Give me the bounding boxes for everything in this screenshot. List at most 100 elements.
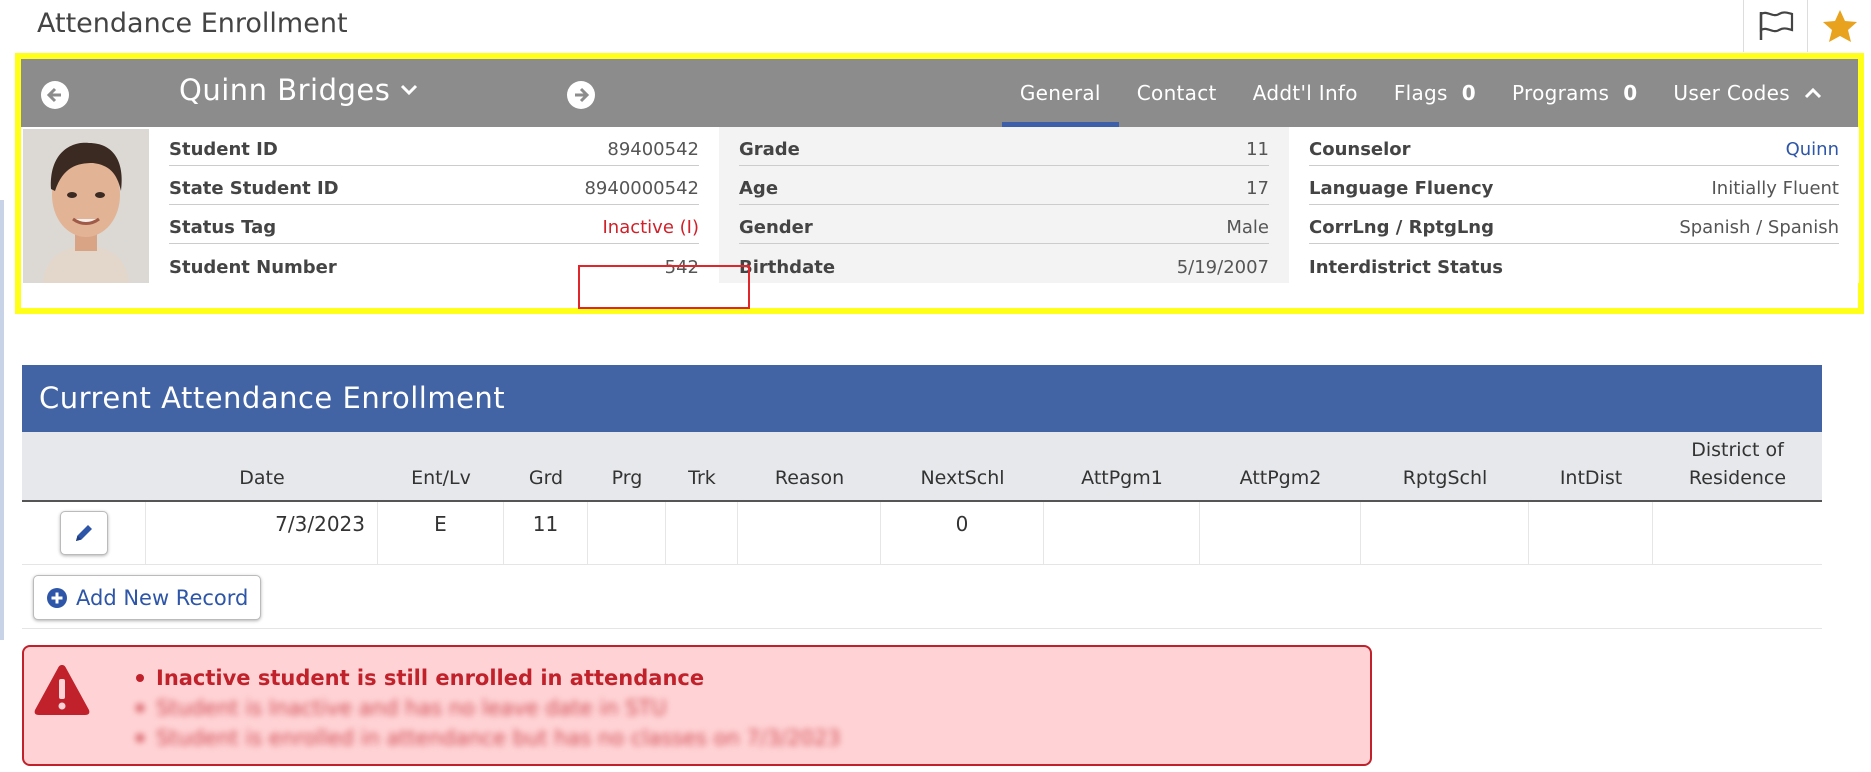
error-item: Inactive student is still enrolled in at… xyxy=(136,663,841,693)
bullet xyxy=(136,704,144,712)
info-column-2: Grade 11 Age 17 Gender Male Birthdate 5/19/2… xyxy=(719,127,1289,283)
tab-general[interactable]: General xyxy=(1001,59,1119,127)
info-label: Language Fluency xyxy=(1309,178,1494,199)
cell-date: 7/3/2023 xyxy=(146,502,378,564)
column-header-reason[interactable]: Reason xyxy=(738,432,881,500)
info-label: Student Number xyxy=(169,257,337,278)
info-label: Student ID xyxy=(169,139,278,160)
cell-nextschl: 0 xyxy=(881,502,1044,564)
grid-header: Date Ent/Lv Grd Prg Trk Reason NextSchl … xyxy=(22,432,1822,502)
previous-student-button[interactable] xyxy=(41,81,69,109)
favorite-button[interactable] xyxy=(1807,0,1871,52)
info-label: Interdistrict Status xyxy=(1309,257,1504,278)
info-label: Age xyxy=(739,178,779,199)
tab-label: Programs xyxy=(1511,81,1610,105)
error-panel: Inactive student is still enrolled in at… xyxy=(22,645,1372,766)
bullet xyxy=(136,734,144,742)
tab-programs[interactable]: Programs 0 xyxy=(1494,59,1655,127)
error-list: Inactive student is still enrolled in at… xyxy=(136,663,841,753)
cell-attpgm2 xyxy=(1200,502,1361,564)
column-header xyxy=(22,432,146,500)
info-label: Gender xyxy=(739,217,813,238)
student-name: Quinn Bridges xyxy=(179,73,391,107)
tab-label: General xyxy=(1019,81,1101,105)
info-value: Male xyxy=(1226,217,1269,238)
info-value: Spanish / Spanish xyxy=(1679,217,1839,238)
cell-trk xyxy=(666,502,738,564)
column-header-attpgm1[interactable]: AttPgm1 xyxy=(1044,432,1200,500)
column-header-intdist[interactable]: IntDist xyxy=(1529,432,1653,500)
info-row-gender: Gender Male xyxy=(739,205,1269,244)
cell-attpgm1 xyxy=(1044,502,1200,564)
title-actions xyxy=(1743,0,1871,52)
info-value: Initially Fluent xyxy=(1711,178,1840,199)
tab-contact[interactable]: Contact xyxy=(1119,59,1235,127)
enrollment-grid: Date Ent/Lv Grd Prg Trk Reason NextSchl … xyxy=(22,432,1822,565)
flag-button[interactable] xyxy=(1743,0,1807,52)
student-tabs: General Contact Addt'l Info Flags 0 Progr… xyxy=(1001,59,1840,127)
flag-icon xyxy=(1759,11,1793,40)
info-label: CorrLng / RptgLng xyxy=(1309,217,1495,238)
info-value: 89400542 xyxy=(607,139,699,160)
column-header-rptgschl[interactable]: RptgSchl xyxy=(1361,432,1529,500)
student-photo xyxy=(23,129,149,283)
info-label: Birthdate xyxy=(739,257,836,278)
edit-record-button[interactable] xyxy=(59,511,108,555)
student-header-panel: Quinn Bridges General Contact Addt'l Inf… xyxy=(15,53,1864,314)
info-row-grade: Grade 11 xyxy=(739,127,1269,166)
info-label: State Student ID xyxy=(169,178,339,199)
counselor-link[interactable]: Quinn xyxy=(1786,139,1839,160)
left-edge-strip xyxy=(0,200,4,640)
cell-grd: 11 xyxy=(504,502,588,564)
info-row-age: Age 17 xyxy=(739,166,1269,205)
chevron-down-icon xyxy=(401,84,418,96)
info-row-status-tag: Status Tag Inactive (I) xyxy=(169,205,699,244)
tab-user-codes[interactable]: User Codes xyxy=(1655,59,1840,127)
next-student-button[interactable] xyxy=(567,81,595,109)
table-row: 7/3/2023 E 11 0 xyxy=(22,502,1822,565)
error-item-blurred: Student is Inactive and has no leave dat… xyxy=(136,693,841,723)
column-header-date[interactable]: Date xyxy=(146,432,378,500)
student-name-dropdown[interactable]: Quinn Bridges xyxy=(179,73,418,107)
pencil-icon xyxy=(75,525,92,541)
info-row-student-id: Student ID 89400542 xyxy=(169,127,699,166)
info-row-language-fluency: Language Fluency Initially Fluent xyxy=(1309,166,1839,205)
cell-prg xyxy=(588,502,666,564)
error-text: Inactive student is still enrolled in at… xyxy=(156,666,705,690)
column-header-attpgm2[interactable]: AttPgm2 xyxy=(1200,432,1361,500)
info-value: 17 xyxy=(1246,178,1269,199)
info-column-3: Counselor Quinn Language Fluency Initially… xyxy=(1289,127,1859,283)
add-record-row: Add New Record xyxy=(22,565,1822,629)
cell-ent-lv: E xyxy=(378,502,504,564)
status-tag-highlight xyxy=(578,265,750,309)
cell-district-of-residence xyxy=(1653,502,1822,564)
column-header-district-of-residence[interactable]: District of Residence xyxy=(1653,432,1822,500)
bullet xyxy=(136,674,144,682)
tab-flags[interactable]: Flags 0 xyxy=(1376,59,1494,127)
enrollment-title: Current Attendance Enrollment xyxy=(39,381,506,415)
student-portrait-icon xyxy=(23,129,149,283)
arrow-right-icon xyxy=(575,87,590,103)
cell-intdist xyxy=(1529,502,1653,564)
info-column-1: Student ID 89400542 State Student ID 89400… xyxy=(149,127,719,283)
page: Attendance Enrollment Quinn Bridges Gene… xyxy=(0,0,1871,772)
tab-addtl-info[interactable]: Addt'l Info xyxy=(1235,59,1376,127)
cell-rptgschl xyxy=(1361,502,1529,564)
column-header-nextschl[interactable]: NextSchl xyxy=(881,432,1044,500)
star-icon xyxy=(1822,10,1857,42)
column-header-grd[interactable]: Grd xyxy=(504,432,588,500)
column-header-prg[interactable]: Prg xyxy=(588,432,666,500)
add-new-record-label: Add New Record xyxy=(76,585,249,610)
error-text: Student is Inactive and has no leave dat… xyxy=(156,696,667,720)
student-nav-bar: Quinn Bridges General Contact Addt'l Inf… xyxy=(21,59,1858,127)
add-new-record-button[interactable]: Add New Record xyxy=(33,575,262,620)
column-header-trk[interactable]: Trk xyxy=(666,432,738,500)
column-header-ent-lv[interactable]: Ent/Lv xyxy=(378,432,504,500)
enrollment-panel-header: Current Attendance Enrollment xyxy=(22,365,1822,432)
arrow-left-icon xyxy=(46,87,61,103)
info-label: Counselor xyxy=(1309,139,1411,160)
info-value: 5/19/2007 xyxy=(1176,257,1269,278)
cell-reason xyxy=(738,502,881,564)
warning-icon xyxy=(34,665,90,715)
info-row-corr-lang: CorrLng / RptgLng Spanish / Spanish xyxy=(1309,205,1839,244)
